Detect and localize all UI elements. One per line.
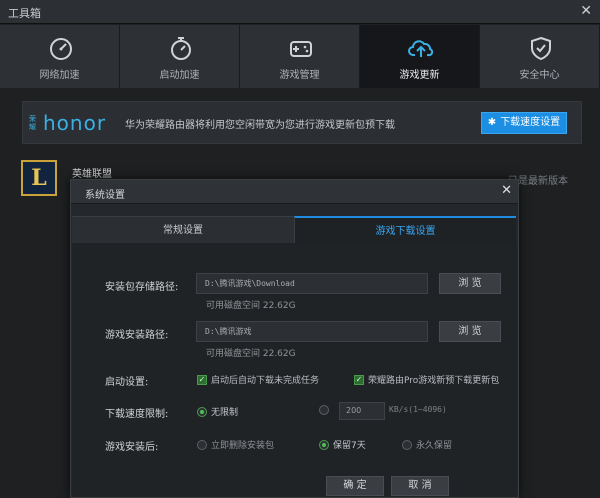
install-path-browse-button[interactable]: 浏 览	[439, 321, 501, 342]
checkmark-icon: ✓	[197, 374, 207, 385]
dialog-body: 安装包存储路径: D:\腾讯游戏\Download 浏 览 可用磁盘空间 22.…	[72, 243, 517, 497]
cancel-button[interactable]: 取 消	[391, 476, 449, 496]
delete-package-radio[interactable]: 立即删除安装包	[197, 438, 274, 451]
gamepad-icon	[290, 41, 312, 57]
cloud-upload-icon	[408, 40, 434, 57]
speed-limit-label: 下载速度限制:	[105, 409, 169, 420]
install-path-free-space: 可用磁盘空间 22.62G	[206, 349, 296, 359]
speed-unlimited-label: 无限制	[211, 408, 239, 418]
auto-resume-checkbox[interactable]: ✓ 启动后自动下载未完成任务	[197, 373, 319, 386]
dialog-title: 系统设置	[85, 190, 125, 201]
package-path-free-space: 可用磁盘空间 22.62G	[206, 301, 296, 311]
install-path-field[interactable]: D:\腾讯游戏	[196, 321, 428, 342]
radio-dot-icon	[197, 406, 207, 417]
honor-logo: 荣耀 honor	[29, 110, 106, 136]
shield-check-icon	[531, 36, 551, 61]
tab-game-update[interactable]: 游戏更新	[360, 25, 480, 88]
radio-dot-icon	[402, 439, 412, 450]
window-close-icon[interactable]: ✕	[580, 3, 592, 19]
dialog-titlebar: 系统设置 ✕	[71, 180, 518, 204]
package-path-field[interactable]: D:\腾讯游戏\Download	[196, 273, 428, 294]
tab-startup-boost[interactable]: 启动加速	[120, 25, 240, 88]
delete-package-label: 立即删除安装包	[211, 441, 275, 451]
tab-network-boost[interactable]: 网络加速	[0, 25, 120, 88]
dialog-tab-bar: 常规设置 游戏下载设置	[72, 216, 517, 243]
download-speed-settings-button[interactable]: ✱ 下载速度设置	[481, 112, 567, 134]
tab-security-center[interactable]: 安全中心	[480, 25, 600, 88]
download-speed-settings-label: 下载速度设置	[500, 117, 561, 128]
dialog-close-icon[interactable]: ✕	[501, 183, 512, 198]
tab-label: 网络加速	[39, 70, 80, 81]
speedometer-icon	[50, 38, 72, 60]
stopwatch-icon	[171, 37, 191, 60]
tab-label: 安全中心	[519, 70, 560, 81]
package-path-label: 安装包存储路径:	[105, 282, 179, 293]
speed-unlimited-radio[interactable]: 无限制	[197, 405, 238, 418]
speed-custom-radio[interactable]	[319, 405, 333, 415]
tab-game-management[interactable]: 游戏管理	[240, 25, 360, 88]
package-path-browse-button[interactable]: 浏 览	[439, 273, 501, 294]
honor-predownload-checkbox[interactable]: ✓ 荣耀路由Pro游戏新预下载更新包	[354, 373, 499, 386]
main-tab-bar: 网络加速 启动加速 游戏管理 游戏更新 安全中心	[0, 25, 600, 88]
keep-forever-label: 永久保留	[416, 441, 453, 451]
tab-general-settings[interactable]: 常规设置	[72, 216, 294, 243]
keep-7-days-label: 保留7天	[333, 441, 366, 451]
checkmark-icon: ✓	[354, 374, 364, 385]
radio-dot-icon	[197, 439, 207, 450]
auto-resume-label: 启动后自动下载未完成任务	[211, 376, 320, 386]
window-titlebar: 工具箱 ✕	[0, 0, 600, 24]
tab-label: 游戏管理	[279, 70, 320, 81]
honor-logo-text: honor	[43, 111, 107, 135]
startup-settings-label: 启动设置:	[105, 377, 149, 388]
tab-label: 游戏更新	[399, 70, 440, 81]
keep-forever-radio[interactable]: 永久保留	[402, 438, 452, 451]
radio-dot-icon	[319, 439, 329, 450]
banner-description: 华为荣耀路由器将利用您空闲带宽为您进行游戏更新包预下载	[125, 120, 395, 131]
system-settings-dialog: 系统设置 ✕ 常规设置 游戏下载设置 安装包存储路径: D:\腾讯游戏\Down…	[70, 179, 519, 498]
game-name: 英雄联盟	[72, 169, 112, 180]
speed-limit-input[interactable]: 200	[339, 402, 385, 420]
window-title: 工具箱	[8, 7, 41, 20]
keep-7-days-radio[interactable]: 保留7天	[319, 438, 366, 451]
game-logo-icon[interactable]: L	[21, 160, 57, 196]
tab-label: 启动加速	[159, 70, 200, 81]
gear-icon: ✱	[487, 117, 497, 128]
after-install-label: 游戏安装后:	[105, 442, 159, 453]
install-path-label: 游戏安装路径:	[105, 330, 169, 341]
speed-limit-unit: KB/s(1~4096)	[389, 405, 447, 414]
tab-game-download-settings[interactable]: 游戏下载设置	[294, 216, 516, 243]
ok-button[interactable]: 确 定	[326, 476, 384, 496]
honor-banner: 荣耀 honor 华为荣耀路由器将利用您空闲带宽为您进行游戏更新包预下载 ✱ 下载…	[22, 101, 582, 144]
radio-dot-icon	[319, 405, 329, 415]
honor-logo-small: 荣耀	[29, 115, 36, 131]
honor-predownload-label: 荣耀路由Pro游戏新预下载更新包	[368, 376, 500, 386]
